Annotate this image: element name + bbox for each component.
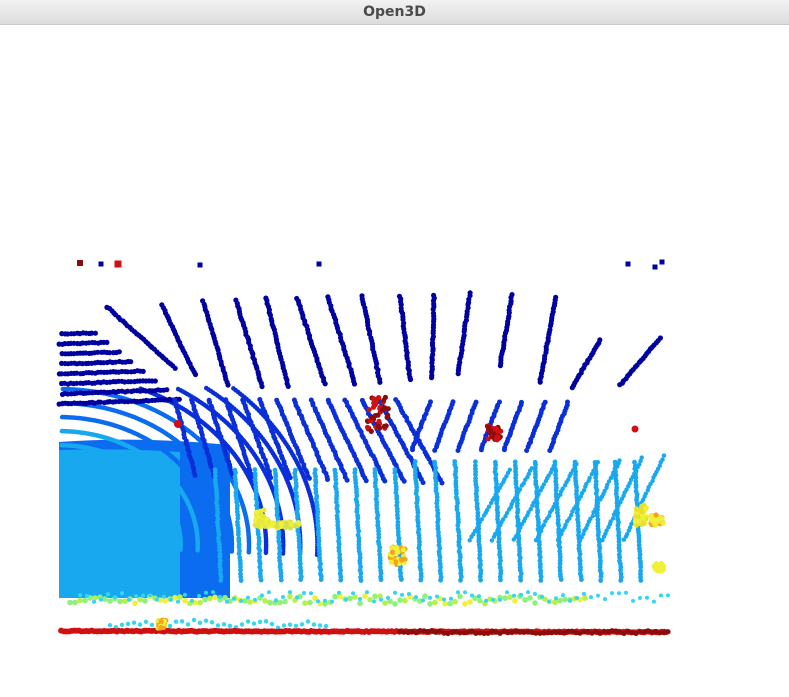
window-title: Open3D — [363, 4, 426, 20]
window-titlebar[interactable]: Open3D — [0, 0, 789, 25]
point-cloud-points — [56, 259, 671, 637]
point-cloud-viewport[interactable] — [0, 25, 789, 697]
point-cloud-canvas[interactable] — [0, 25, 789, 697]
